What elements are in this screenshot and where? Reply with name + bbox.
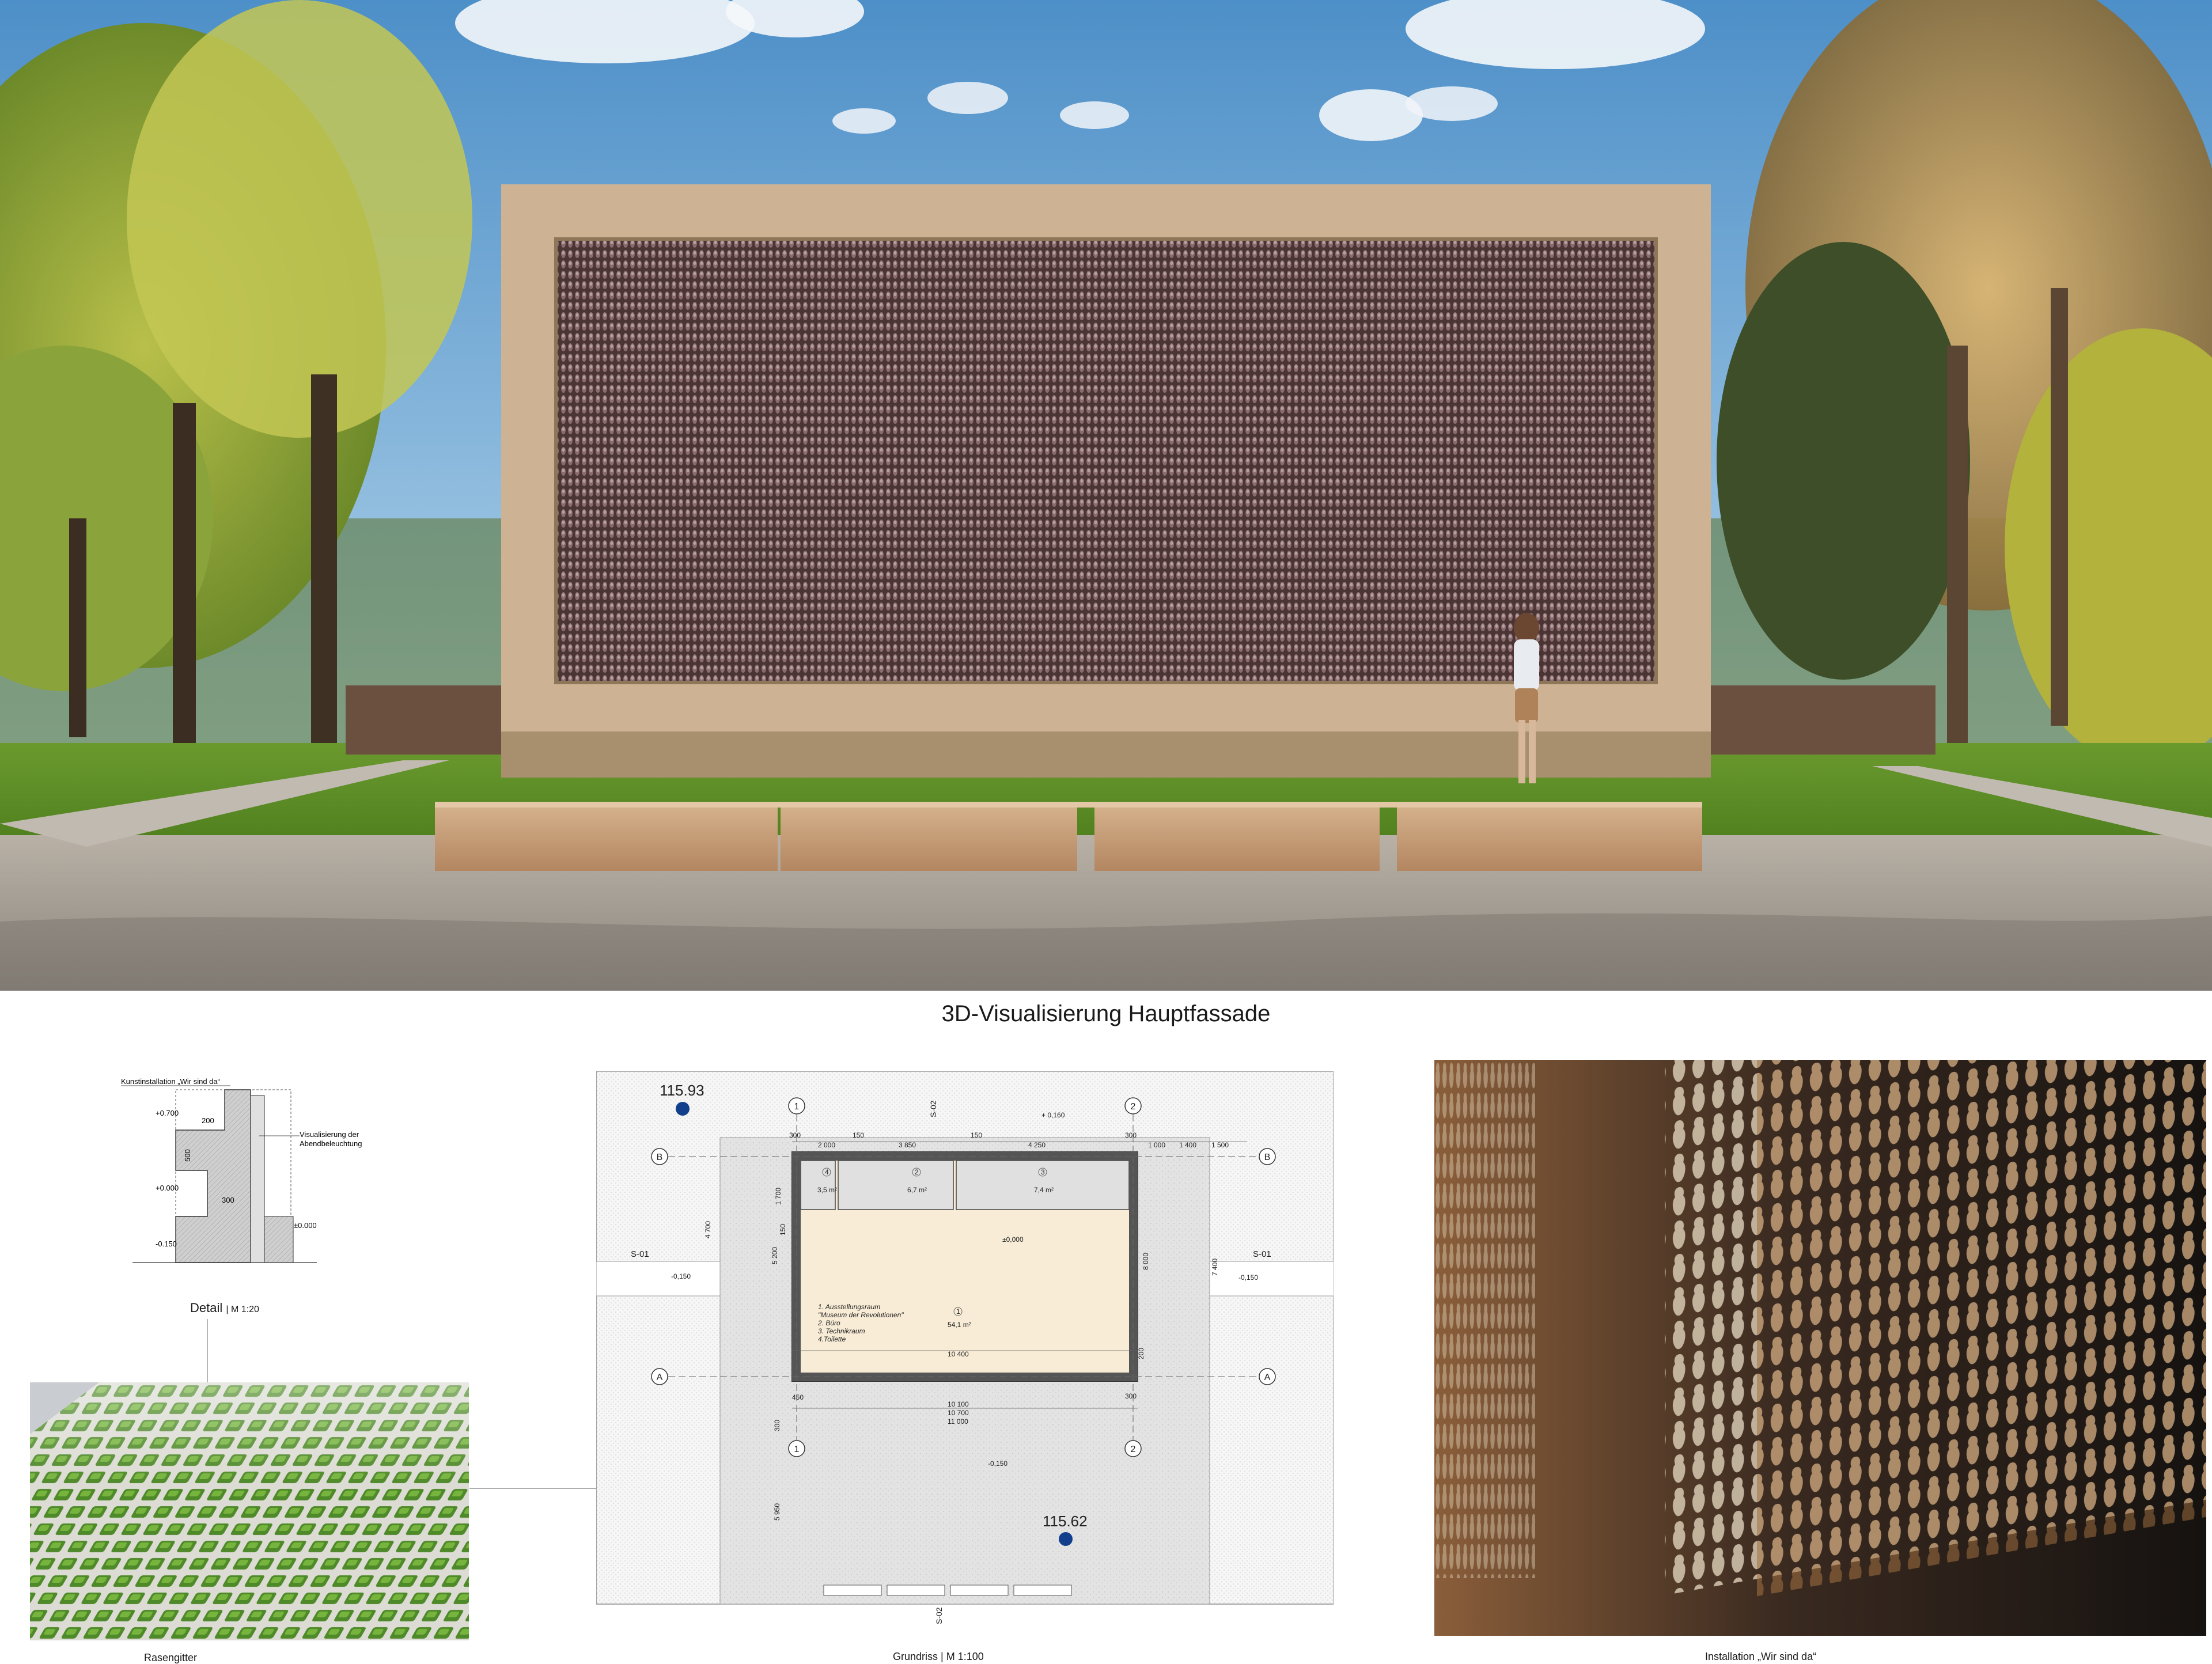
wall-installation-photo bbox=[1434, 1060, 2206, 1636]
room-3-number: 3 bbox=[1041, 1168, 1045, 1176]
level-nw: 115.93 bbox=[660, 1082, 704, 1099]
hero-visualization bbox=[0, 0, 2212, 991]
dim-10100: 10 100 bbox=[948, 1400, 969, 1408]
floor-plan: 1 2 1 2 B B A A 115.93 115.62 S-01 S-01 … bbox=[596, 1071, 1334, 1642]
dim-150: 150 bbox=[779, 1224, 787, 1235]
grid-a-right: A bbox=[1264, 1373, 1271, 1382]
legend-4: 4.Toilette bbox=[818, 1335, 846, 1343]
dim-1700: 1 700 bbox=[774, 1188, 782, 1205]
dim-8000: 8 000 bbox=[1142, 1253, 1150, 1270]
dim-top-2: 2 000 bbox=[818, 1141, 835, 1149]
paver-illustration bbox=[30, 1382, 469, 1640]
dim-top-9: 1 400 bbox=[1179, 1141, 1196, 1149]
legend-1: 1. Ausstellungsraum bbox=[818, 1303, 880, 1311]
dim-top-6: 4 250 bbox=[1028, 1141, 1046, 1149]
dim-top-4: 3 850 bbox=[899, 1141, 916, 1149]
main-level: ±0,000 bbox=[1002, 1235, 1024, 1244]
detail-annotation-2: Abendbeleuchtung bbox=[300, 1139, 362, 1148]
detail-level-bottom: -0.150 bbox=[156, 1240, 177, 1248]
dim-top-10: 1 500 bbox=[1211, 1141, 1229, 1149]
dim-top-5: 150 bbox=[971, 1131, 982, 1139]
dim-5950: 5 950 bbox=[773, 1503, 781, 1521]
dim-top-8: 1 000 bbox=[1148, 1141, 1165, 1149]
detail-caption-label: Detail bbox=[190, 1301, 223, 1315]
grid-1-top: 1 bbox=[794, 1102, 800, 1112]
detail-title: Kunstinstallation „Wir sind da“ bbox=[121, 1077, 220, 1086]
detail-drawing: Kunstinstallation „Wir sind da“ 200 500 … bbox=[109, 1072, 386, 1280]
wall-caption: Installation „Wir sind da“ bbox=[1705, 1651, 1817, 1662]
detail-level-mid: +0.000 bbox=[156, 1184, 179, 1192]
level-neg150-right: -0,150 bbox=[1238, 1273, 1258, 1282]
section-s02-top: S-02 bbox=[929, 1100, 938, 1117]
room-4-area: 3,5 m² bbox=[817, 1186, 837, 1194]
dim-450: 450 bbox=[792, 1393, 804, 1401]
hero-illustration bbox=[0, 0, 2212, 991]
grid-b-right: B bbox=[1264, 1153, 1271, 1162]
room-4-number: 4 bbox=[825, 1168, 829, 1176]
floor-plan-svg: 1 2 1 2 B B A A 115.93 115.62 S-01 S-01 … bbox=[596, 1071, 1334, 1624]
paver-caption: Rasengitter bbox=[144, 1652, 198, 1663]
grid-2-top: 2 bbox=[1131, 1102, 1136, 1112]
section-s01-right: S-01 bbox=[1253, 1249, 1271, 1259]
detail-annotation-1: Visualisierung der bbox=[300, 1130, 359, 1139]
plan-caption: Grundriss | M 1:100 bbox=[893, 1651, 984, 1662]
legend-3: 3. Technikraum bbox=[818, 1327, 865, 1335]
dim-top-7: 300 bbox=[1125, 1131, 1137, 1139]
paver-photo bbox=[30, 1382, 469, 1640]
ne-level: + 0,160 bbox=[1041, 1111, 1065, 1119]
detail-dim-500: 500 bbox=[183, 1149, 192, 1162]
detail-dim-300: 300 bbox=[222, 1196, 234, 1204]
section-s01-left: S-01 bbox=[631, 1249, 649, 1259]
dim-11000: 11 000 bbox=[948, 1417, 968, 1426]
detail-level-right: ±0.000 bbox=[294, 1221, 317, 1230]
level-se-marker bbox=[1059, 1532, 1073, 1546]
detail-caption-scale: | M 1:20 bbox=[226, 1305, 259, 1314]
section-s02-bottom: S-02 bbox=[934, 1607, 944, 1624]
detail-level-top: +0.700 bbox=[156, 1109, 179, 1117]
room-3-area: 7,4 m² bbox=[1034, 1186, 1054, 1194]
level-se: 115.62 bbox=[1043, 1513, 1088, 1530]
dim-10400: 10 400 bbox=[948, 1350, 969, 1358]
dim-200: 200 bbox=[1137, 1348, 1145, 1359]
detail-caption: Detail | M 1:20 bbox=[190, 1301, 259, 1316]
legend-2: 2. Büro bbox=[817, 1319, 840, 1327]
grid-b-left: B bbox=[657, 1153, 663, 1162]
dim-7400: 7 400 bbox=[1211, 1259, 1219, 1276]
dim-5200: 5 200 bbox=[771, 1247, 779, 1264]
detail-section-svg: Kunstinstallation „Wir sind da“ 200 500 … bbox=[121, 1077, 362, 1263]
dim-top-1: 300 bbox=[789, 1131, 801, 1139]
room-1-number: 1 bbox=[956, 1307, 960, 1316]
room-2-number: 2 bbox=[915, 1168, 919, 1176]
level-neg150-south: -0,150 bbox=[988, 1460, 1007, 1468]
dim-4700: 4 700 bbox=[704, 1221, 712, 1238]
room-1-area: 54,1 m² bbox=[948, 1321, 971, 1329]
hero-caption: 3D-Visualisierung Hauptfassade bbox=[941, 1001, 1271, 1026]
detail-dim-200: 200 bbox=[202, 1116, 214, 1125]
level-neg150-left: -0,150 bbox=[671, 1272, 691, 1280]
dim-300-left: 300 bbox=[773, 1420, 781, 1431]
grid-a-left: A bbox=[657, 1373, 663, 1382]
grid-1-bottom: 1 bbox=[794, 1445, 800, 1454]
dim-10700: 10 700 bbox=[948, 1409, 969, 1417]
detail-connector-line bbox=[207, 1319, 208, 1382]
legend-1b: "Museum der Revolutionen" bbox=[818, 1311, 904, 1319]
wall-illustration bbox=[1434, 1060, 2206, 1636]
level-nw-marker bbox=[676, 1102, 690, 1116]
dim-top-3: 150 bbox=[853, 1131, 864, 1139]
dim-300-bottom: 300 bbox=[1125, 1392, 1137, 1400]
room-2-area: 6,7 m² bbox=[907, 1186, 927, 1194]
grid-2-bottom: 2 bbox=[1131, 1445, 1136, 1454]
